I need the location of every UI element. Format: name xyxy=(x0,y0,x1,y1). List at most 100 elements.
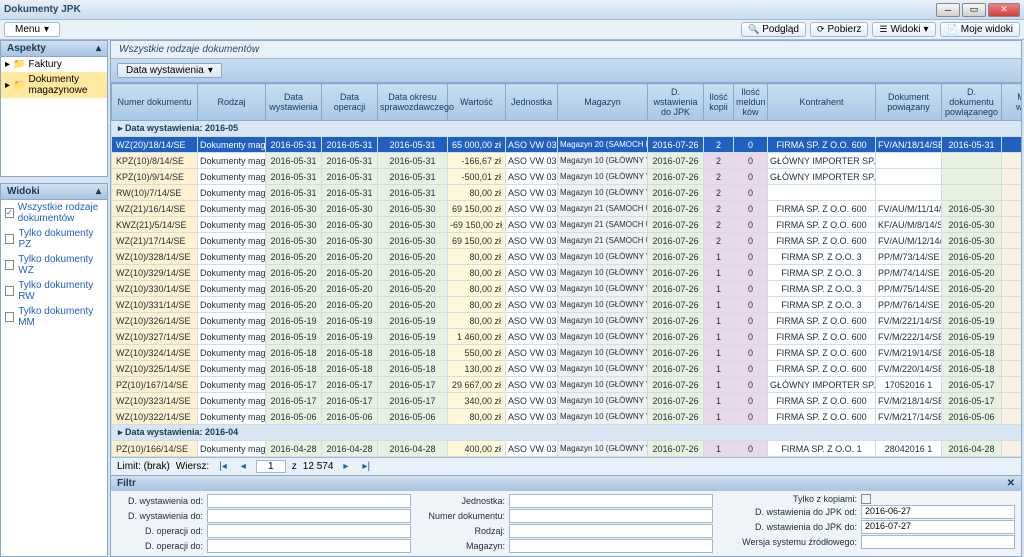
podglad-button[interactable]: 🔍Podgląd xyxy=(741,22,806,37)
views-icon: ☰ xyxy=(879,24,887,35)
next-page-button[interactable]: ▸ xyxy=(339,461,352,472)
table-row[interactable]: PZ(10)/166/14/SEDokumenty magazynowe PZ2… xyxy=(112,441,1022,457)
wiersz-label: Wiersz: xyxy=(176,461,209,472)
inp-jpk-do[interactable]: 2016-07-27 xyxy=(861,520,1015,534)
widok-wszystkie[interactable]: Wszystkie rodzaje dokumentów xyxy=(1,200,107,226)
col-data-wystawienia[interactable]: Data wystawienia xyxy=(266,84,322,121)
table-row[interactable]: KPZ(10)/8/14/SEDokumenty magazynowe PZ20… xyxy=(112,153,1022,169)
group-row[interactable]: ▸ Data wystawienia: 2016-04 xyxy=(112,425,1022,441)
table-row[interactable]: WZ(10)/325/14/SEDokumenty magazynowe WZ2… xyxy=(112,361,1022,377)
col-dokument-powiazany[interactable]: Dokument powiązany xyxy=(876,84,942,121)
col-miejsce-wydania[interactable]: Miejsce wydania xyxy=(1002,84,1022,121)
table-row[interactable]: WZ(10)/322/14/SEDokumenty magazynowe WZ2… xyxy=(112,409,1022,425)
checkbox-icon[interactable] xyxy=(5,234,14,244)
col-data-operacji[interactable]: Data operacji xyxy=(322,84,378,121)
table-row[interactable]: WZ(20)/18/14/SEDokumenty magazynowe WZ20… xyxy=(112,137,1022,153)
col-magazyn[interactable]: Magazyn xyxy=(558,84,648,121)
checkbox-icon[interactable] xyxy=(5,312,14,322)
group-row[interactable]: ▸ Data wystawienia: 2016-05 xyxy=(112,121,1022,137)
menu-button[interactable]: Menu ▾ xyxy=(4,22,60,37)
col-d-wstawienia-jpk[interactable]: D. wstawienia do JPK xyxy=(648,84,704,121)
widoki-header[interactable]: Widoki ▴ xyxy=(0,183,108,200)
current-row-input[interactable] xyxy=(256,460,286,473)
chevron-down-icon: ▾ xyxy=(924,24,929,35)
col-d-dokumentu-powiazanego[interactable]: D. dokumentu powiązanego xyxy=(942,84,1002,121)
inp-rodzaj[interactable] xyxy=(509,524,713,538)
col-wartosc[interactable]: Wartość xyxy=(448,84,506,121)
inp-jpk-od[interactable]: 2016-06-27 xyxy=(861,505,1015,519)
lbl-jpk-od: D. wstawienia do JPK od: xyxy=(721,507,861,517)
lbl-d-wystawienia-od: D. wystawienia od: xyxy=(117,496,207,506)
inp-d-wystawienia-do[interactable] xyxy=(207,509,411,523)
table-row[interactable]: WZ(10)/329/14/SEDokumenty magazynowe WZ2… xyxy=(112,265,1022,281)
table-row[interactable]: WZ(10)/327/14/SEDokumenty magazynowe WZ2… xyxy=(112,329,1022,345)
groupbar: Data wystawienia ▾ xyxy=(111,59,1021,83)
table-row[interactable]: KWZ(21)/5/14/SEDokumenty magazynowe WZ20… xyxy=(112,217,1022,233)
table-row[interactable]: WZ(10)/331/14/SEDokumenty magazynowe WZ2… xyxy=(112,297,1022,313)
moje-widoki-button[interactable]: 📄Moje widoki xyxy=(940,22,1020,37)
table-row[interactable]: PZ(10)/167/14/SEDokumenty magazynowe PZ2… xyxy=(112,377,1022,393)
table-row[interactable]: WZ(10)/330/14/SEDokumenty magazynowe WZ2… xyxy=(112,281,1022,297)
inp-magazyn[interactable] xyxy=(509,539,713,553)
pager: Limit: (brak) Wiersz: |◂ ◂ z 12 574 ▸ ▸| xyxy=(111,457,1021,475)
table-row[interactable]: WZ(21)/16/14/SEDokumenty magazynowe WZ20… xyxy=(112,201,1022,217)
last-page-button[interactable]: ▸| xyxy=(358,461,374,472)
col-ilosc-kopii[interactable]: Ilość kopii xyxy=(704,84,734,121)
inp-jednostka[interactable] xyxy=(509,494,713,508)
checkbox-icon[interactable] xyxy=(5,260,14,270)
first-page-button[interactable]: |◂ xyxy=(215,461,231,472)
widok-pz[interactable]: Tylko dokumenty PZ xyxy=(1,226,107,252)
chk-tylko-z-kopiami[interactable] xyxy=(861,494,871,504)
widok-rw[interactable]: Tylko dokumenty RW xyxy=(1,278,107,304)
checkbox-icon[interactable] xyxy=(5,208,14,218)
preview-icon: 🔍 xyxy=(748,24,759,35)
aspekty-header[interactable]: Aspekty ▴ xyxy=(0,40,108,57)
inp-wersja-systemu[interactable] xyxy=(861,535,1015,549)
lbl-d-operacji-od: D. operacji od: xyxy=(117,526,207,536)
toolbar: Menu ▾ 🔍Podgląd ⟳Pobierz ☰Widoki▾ 📄Moje … xyxy=(0,20,1024,40)
filter-header[interactable]: Filtr ✕ xyxy=(111,476,1021,491)
col-data-okresu[interactable]: Data okresu sprawozdawczego xyxy=(378,84,448,121)
tree-item-faktury[interactable]: ▸📁Faktury xyxy=(1,57,107,72)
widoki-body: Wszystkie rodzaje dokumentów Tylko dokum… xyxy=(0,200,108,557)
expand-icon: ▸ xyxy=(5,80,10,91)
col-numer-dokumentu[interactable]: Numer dokumentu xyxy=(112,84,198,121)
table-row[interactable]: WZ(21)/17/14/SEDokumenty magazynowe WZ20… xyxy=(112,233,1022,249)
inp-d-operacji-od[interactable] xyxy=(207,524,411,538)
lbl-jpk-do: D. wstawienia do JPK do: xyxy=(721,522,861,532)
widok-wz[interactable]: Tylko dokumenty WZ xyxy=(1,252,107,278)
pobierz-button[interactable]: ⟳Pobierz xyxy=(810,22,868,37)
col-rodzaj[interactable]: Rodzaj xyxy=(198,84,266,121)
inp-d-wystawienia-od[interactable] xyxy=(207,494,411,508)
header-row: Numer dokumentu Rodzaj Data wystawienia … xyxy=(112,84,1022,121)
col-kontrahent[interactable]: Kontrahent xyxy=(768,84,876,121)
lbl-jednostka: Jednostka: xyxy=(419,496,509,506)
prev-page-button[interactable]: ◂ xyxy=(237,461,250,472)
collapse-icon: ▴ xyxy=(96,186,101,197)
close-icon[interactable]: ✕ xyxy=(1007,478,1015,489)
table-row[interactable]: WZ(10)/324/14/SEDokumenty magazynowe WZ2… xyxy=(112,345,1022,361)
inp-d-operacji-do[interactable] xyxy=(207,539,411,553)
table-row[interactable]: WZ(10)/323/14/SEDokumenty magazynowe WZ2… xyxy=(112,393,1022,409)
grid[interactable]: Numer dokumentu Rodzaj Data wystawienia … xyxy=(111,83,1021,457)
group-chip[interactable]: Data wystawienia ▾ xyxy=(117,63,222,78)
window-title: Dokumenty JPK xyxy=(4,4,936,15)
chevron-down-icon: ▾ xyxy=(208,65,213,76)
col-ilosc-meldun[interactable]: Ilość meldun ków xyxy=(734,84,768,121)
table-row[interactable]: KPZ(10)/9/14/SEDokumenty magazynowe PZ20… xyxy=(112,169,1022,185)
lbl-rodzaj: Rodzaj: xyxy=(419,526,509,536)
widok-mm[interactable]: Tylko dokumenty MM xyxy=(1,304,107,330)
col-jednostka[interactable]: Jednostka xyxy=(506,84,558,121)
table-row[interactable]: RW(10)/7/14/SEDokumenty magazynowe RW201… xyxy=(112,185,1022,201)
table-row[interactable]: WZ(10)/326/14/SEDokumenty magazynowe WZ2… xyxy=(112,313,1022,329)
tree-item-magazynowe[interactable]: ▸📁Dokumenty magazynowe xyxy=(1,72,107,98)
chevron-down-icon: ▾ xyxy=(44,24,49,35)
table-row[interactable]: WZ(10)/328/14/SEDokumenty magazynowe WZ2… xyxy=(112,249,1022,265)
close-button[interactable]: ✕ xyxy=(988,3,1020,17)
widoki-button[interactable]: ☰Widoki▾ xyxy=(872,22,935,37)
checkbox-icon[interactable] xyxy=(5,286,14,296)
lbl-magazyn: Magazyn: xyxy=(419,541,509,551)
inp-numer-dokumentu[interactable] xyxy=(509,509,713,523)
maximize-button[interactable]: ▭ xyxy=(962,3,986,17)
minimize-button[interactable]: ─ xyxy=(936,3,960,17)
